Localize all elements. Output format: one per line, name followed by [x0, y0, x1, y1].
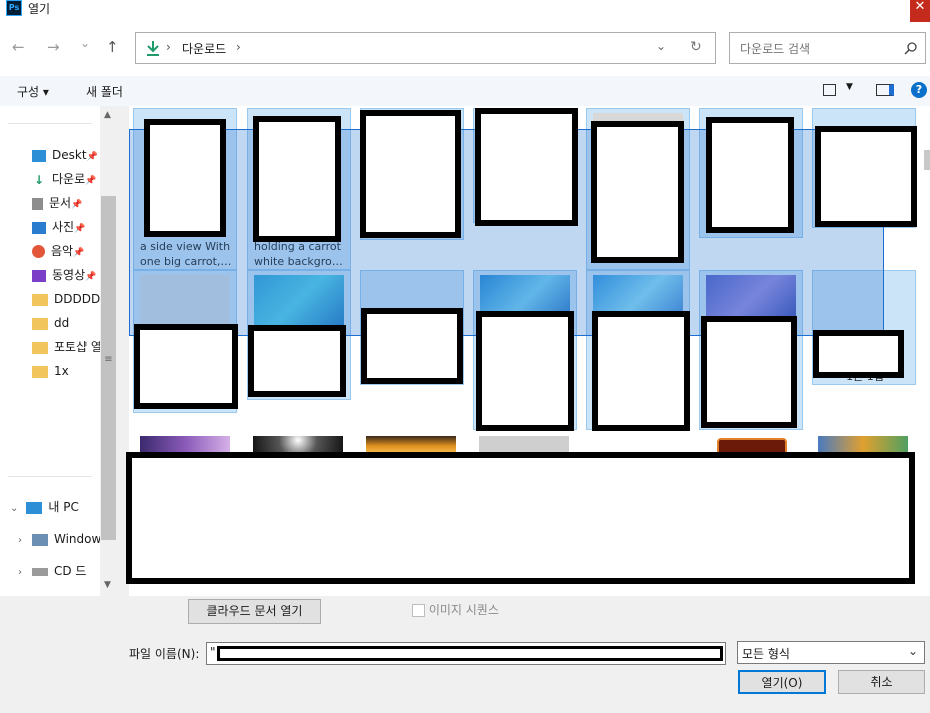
- chevron-down-icon[interactable]: ⌄: [908, 644, 918, 658]
- up-button[interactable]: ↑: [106, 38, 119, 56]
- organize-menu[interactable]: 구성 ▾: [17, 83, 49, 100]
- file-type-select[interactable]: 모든 형식 ⌄: [737, 641, 925, 664]
- sidebar-item-label: Deskt: [52, 148, 87, 162]
- preview-pane-icon[interactable]: [876, 84, 894, 96]
- breadcrumb-separator[interactable]: ›: [236, 40, 241, 54]
- download-icon: [147, 41, 159, 56]
- chevron-down-icon[interactable]: ⌄: [10, 503, 18, 514]
- open-button[interactable]: 열기(O): [738, 670, 826, 694]
- filename-label: 파일 이름(N):: [129, 647, 200, 661]
- image-sequence-label: 이미지 시퀀스: [428, 603, 499, 617]
- redaction-box: [591, 121, 684, 263]
- pin-icon: 📌: [85, 272, 97, 282]
- image-sequence-checkbox-row[interactable]: 이미지 시퀀스: [412, 601, 499, 618]
- desktop-icon: [32, 149, 46, 162]
- sidebar-item-label: 다운로: [52, 172, 86, 186]
- address-bar[interactable]: › 다운로드 › ⌄ ↻: [135, 32, 716, 64]
- search-placeholder: 다운로드 검색: [740, 42, 811, 56]
- pin-icon: 📌: [86, 152, 98, 162]
- sidebar-item-label: 사진: [52, 220, 75, 234]
- redaction-box: [813, 330, 904, 378]
- redaction-box: [701, 316, 797, 428]
- image-sequence-checkbox[interactable]: [412, 604, 425, 617]
- folder-icon: [32, 365, 48, 378]
- redaction-box: [476, 311, 574, 431]
- filename-value: ": [210, 645, 216, 659]
- divider: [8, 476, 92, 477]
- music-icon: [32, 245, 45, 258]
- scrollbar-thumb[interactable]: ≡: [101, 196, 116, 540]
- redaction-box: [126, 452, 915, 584]
- sidebar-item-label: 문서: [49, 196, 72, 210]
- pin-icon: 📌: [74, 224, 86, 234]
- redaction-box: [253, 116, 341, 242]
- computer-icon: [26, 501, 43, 514]
- view-icon[interactable]: [823, 84, 836, 96]
- document-icon: [32, 197, 43, 210]
- search-input[interactable]: 다운로드 검색: [729, 32, 926, 64]
- redaction-box: [361, 308, 463, 384]
- photoshop-icon: Ps: [6, 0, 22, 16]
- redaction-box: [144, 119, 226, 237]
- command-bar: 구성 ▾ 새 폴더 ▼ ?: [0, 76, 930, 106]
- close-button[interactable]: ✕: [910, 0, 930, 22]
- picture-icon: [32, 221, 46, 234]
- sidebar-item-label: 내 PC: [48, 500, 79, 514]
- sidebar-item-label: 동영상: [52, 268, 86, 282]
- redaction-box: [360, 110, 461, 238]
- sidebar-item-label: CD 드: [54, 564, 87, 578]
- redaction-box: [134, 324, 238, 409]
- window-title: 열기: [28, 2, 51, 16]
- download-icon: ↓: [33, 172, 45, 187]
- chevron-down-icon[interactable]: ⌄: [656, 39, 666, 53]
- chevron-right-icon[interactable]: ›: [18, 567, 22, 578]
- redaction-box: [248, 325, 346, 397]
- file-type-value: 모든 형식: [742, 647, 790, 661]
- sidebar-item-label: 포토샵 열: [54, 340, 102, 354]
- back-button[interactable]: ←: [12, 38, 25, 56]
- sidebar-item-label: dd: [54, 316, 70, 330]
- forward-button[interactable]: →: [47, 38, 60, 56]
- file-view-scrollbar[interactable]: [924, 150, 930, 170]
- divider: [8, 123, 92, 124]
- scroll-down-icon[interactable]: ▼: [104, 580, 111, 590]
- redaction-box: [706, 117, 794, 233]
- redaction-box: [475, 108, 578, 226]
- redaction-box: [592, 311, 690, 431]
- sidebar-item-label: DDDDD: [54, 292, 101, 306]
- drive-icon: [32, 533, 48, 546]
- help-icon[interactable]: ?: [911, 82, 927, 98]
- open-cloud-documents-button[interactable]: 클라우드 문서 열기: [188, 599, 321, 624]
- search-icon: [904, 42, 917, 55]
- pin-icon: 📌: [85, 176, 97, 186]
- video-icon: [32, 269, 46, 282]
- view-dropdown-icon[interactable]: ▼: [846, 82, 853, 92]
- bottom-panel: 클라우드 문서 열기 이미지 시퀀스 파일 이름(N): " 모든 형식 ⌄ 열…: [0, 596, 930, 713]
- folder-icon: [32, 317, 48, 330]
- refresh-icon[interactable]: ↻: [690, 39, 702, 55]
- sidebar-item-label: 음악: [51, 244, 74, 258]
- grip-icon: ≡: [104, 354, 113, 365]
- sidebar-item-label: Window: [54, 532, 102, 546]
- sidebar-item-label: 1x: [54, 364, 69, 378]
- pin-icon: 📌: [71, 200, 83, 210]
- redaction-box: [815, 126, 917, 227]
- cancel-button[interactable]: 취소: [838, 670, 925, 694]
- chevron-right-icon[interactable]: ›: [18, 535, 22, 546]
- cd-drive-icon: [32, 567, 48, 576]
- sidebar-scrollbar[interactable]: ▲ ≡ ▼: [100, 106, 117, 596]
- pin-icon: 📌: [73, 248, 85, 258]
- title-bar: Ps 열기 ✕: [0, 0, 930, 22]
- redaction-box: [217, 646, 723, 661]
- scroll-up-icon[interactable]: ▲: [104, 110, 111, 120]
- folder-icon: [32, 293, 48, 306]
- breadcrumb-separator: ›: [166, 40, 171, 54]
- new-folder-button[interactable]: 새 폴더: [86, 83, 123, 100]
- recent-locations-button[interactable]: ⌄: [80, 36, 90, 50]
- folder-icon: [32, 341, 48, 354]
- filename-input[interactable]: ": [206, 642, 726, 665]
- breadcrumb-downloads[interactable]: 다운로드: [182, 40, 226, 57]
